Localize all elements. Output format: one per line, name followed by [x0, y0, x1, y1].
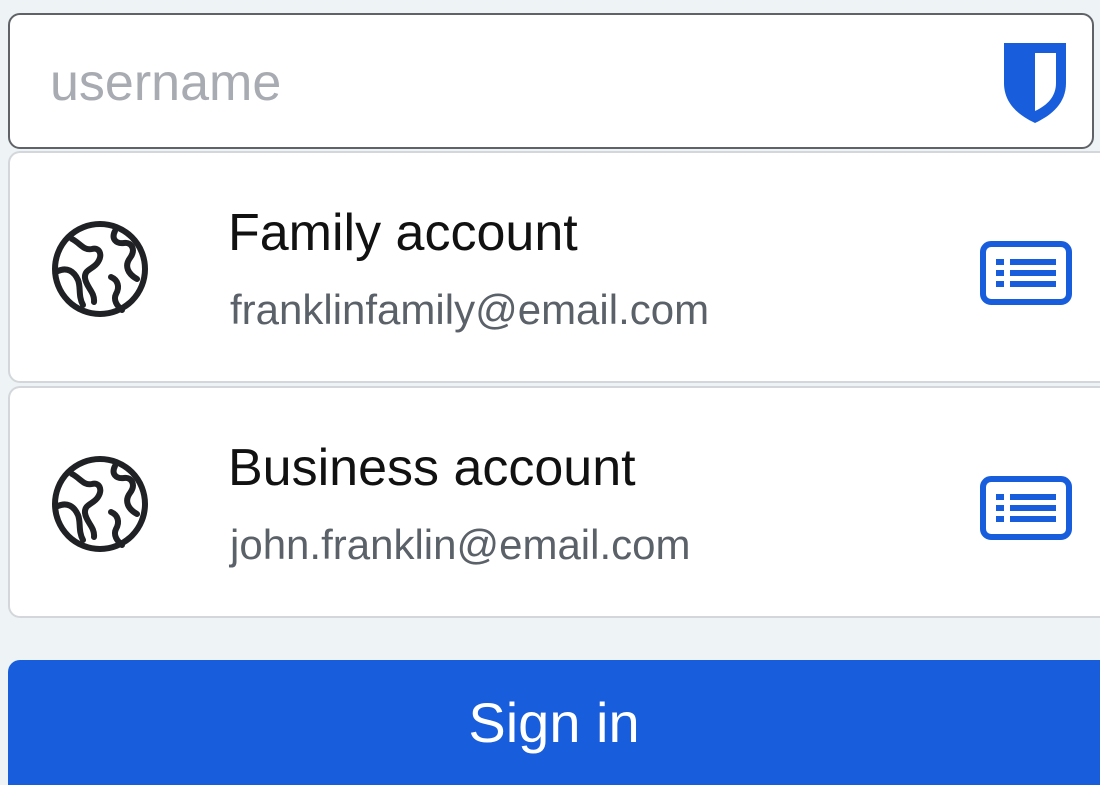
account-suggestions-list: Family account franklinfamily@email.com … [8, 151, 1100, 621]
card-list-icon[interactable] [980, 476, 1072, 540]
shield-icon[interactable] [1000, 41, 1070, 125]
account-email: franklinfamily@email.com [230, 286, 710, 333]
account-email: john.franklin@email.com [230, 521, 691, 568]
account-name: Family account [228, 204, 578, 262]
account-item-family[interactable]: Family account franklinfamily@email.com [8, 151, 1100, 383]
card-list-icon[interactable] [980, 241, 1072, 305]
account-item-business[interactable]: Business account john.franklin@email.com [8, 386, 1100, 618]
globe-icon [52, 221, 148, 317]
username-input[interactable] [50, 43, 950, 123]
sign-in-button[interactable]: Sign in [8, 660, 1100, 785]
username-field[interactable] [8, 13, 1094, 149]
globe-icon [52, 456, 148, 552]
account-name: Business account [228, 439, 636, 497]
